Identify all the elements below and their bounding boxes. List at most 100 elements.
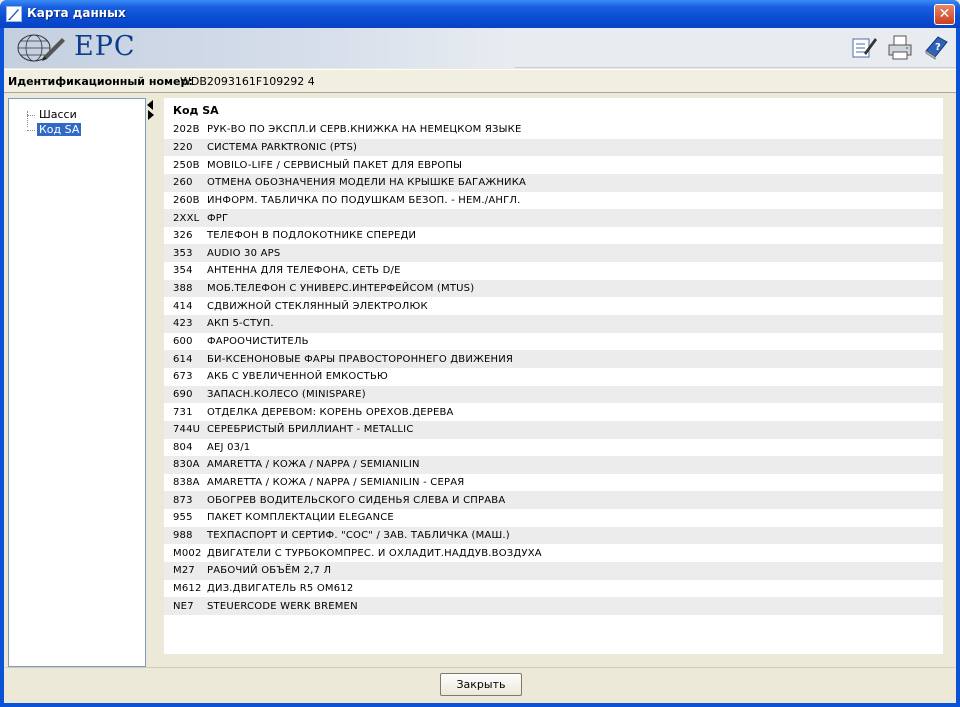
window-border-bottom bbox=[0, 703, 960, 707]
sa-code-cell: 838A bbox=[173, 477, 200, 489]
panel-splitter[interactable] bbox=[146, 98, 155, 667]
sa-description-cell: AMARETTA / КОЖА / NAPPA / SEMIANILIN - С… bbox=[207, 477, 465, 489]
window-border-right bbox=[956, 28, 960, 707]
epc-logo-text: EPC bbox=[74, 31, 136, 62]
table-row[interactable]: 2XXL ФРГ bbox=[164, 209, 943, 227]
sa-code-cell: 830A bbox=[173, 459, 200, 471]
table-row[interactable]: 260B ИНФОРМ. ТАБЛИЧКА ПО ПОДУШКАМ БЕЗОП. … bbox=[164, 191, 943, 210]
table-row[interactable]: 326 ТЕЛЕФОН В ПОДЛОКОТНИКЕ СПЕРЕДИ bbox=[164, 226, 943, 245]
sa-code-cell: 388 bbox=[173, 283, 193, 295]
sa-code-cell: 2XXL bbox=[173, 212, 200, 224]
sa-code-cell: 354 bbox=[173, 265, 193, 277]
sa-description-cell: АКБ С УВЕЛИЧЕННОЙ ЕМКОСТЬЮ bbox=[207, 371, 389, 383]
navigation-tree: Шасси Код SA bbox=[8, 98, 146, 667]
sa-description-cell: ЗАПАСН.КОЛЕСО (MINISPARE) bbox=[207, 388, 366, 400]
sa-description-cell: AEJ 03/1 bbox=[207, 441, 251, 453]
table-row[interactable]: 804 AEJ 03/1 bbox=[164, 438, 943, 457]
sa-code-list: Код SA 202B РУК-ВО ПО ЭКСПЛ.И СЕРВ.КНИЖКА… bbox=[164, 98, 943, 654]
sa-description-cell: БИ-КСЕНОНОВЫЕ ФАРЫ ПРАВОСТОРОННЕГО ДВИЖЕ… bbox=[207, 353, 514, 365]
sa-description-cell: РУК-ВО ПО ЭКСПЛ.И СЕРВ.КНИЖКА НА НЕМЕЦКО… bbox=[207, 124, 522, 136]
table-row[interactable]: 731 ОТДЕЛКА ДЕРЕВОМ: КОРЕНЬ ОРЕХОВ.ДЕРЕВА bbox=[164, 403, 943, 421]
table-row[interactable]: 414 СДВИЖНОЙ СТЕКЛЯННЫЙ ЭЛЕКТРОЛЮК bbox=[164, 297, 943, 316]
table-row[interactable]: 830A AMARETTA / КОЖА / NAPPA / SEMIANILIN bbox=[164, 456, 943, 474]
sa-code-cell: 326 bbox=[173, 230, 193, 242]
id-number-label: Идентификационный номер: bbox=[8, 75, 193, 88]
table-row[interactable]: M27 РАБОЧИЙ ОБЪЁМ 2,7 Л bbox=[164, 562, 943, 580]
table-row[interactable]: 955 ПАКЕТ КОМПЛЕКТАЦИИ ELEGANCE bbox=[164, 509, 943, 527]
id-number-value: WDB2093161F109292 4 bbox=[180, 75, 315, 88]
expand-right-icon[interactable] bbox=[148, 110, 154, 120]
sa-code-cell: 873 bbox=[173, 494, 193, 506]
table-row[interactable]: 202B РУК-ВО ПО ЭКСПЛ.И СЕРВ.КНИЖКА НА НЕМ… bbox=[164, 121, 943, 139]
sa-code-cell: 202B bbox=[173, 124, 200, 136]
close-button[interactable]: Закрыть bbox=[440, 673, 522, 696]
sa-description-cell: СДВИЖНОЙ СТЕКЛЯННЫЙ ЭЛЕКТРОЛЮК bbox=[207, 300, 428, 312]
sa-description-cell: AMARETTA / КОЖА / NAPPA / SEMIANILIN bbox=[207, 459, 420, 471]
table-row[interactable]: 388 МОБ.ТЕЛЕФОН С УНИВЕРС.ИНТЕРФЕЙСОМ (MT… bbox=[164, 279, 943, 298]
title-bar[interactable]: Карта данных ✕ bbox=[0, 0, 960, 28]
epc-banner: EPC ? bbox=[4, 28, 956, 68]
sa-description-cell: ДИЗ.ДВИГАТЕЛЬ R5 OM612 bbox=[207, 582, 354, 594]
table-row[interactable]: 220 СИСТЕМА PARKTRONIC (PTS) bbox=[164, 138, 943, 157]
sa-code-cell: NE7 bbox=[173, 600, 194, 612]
table-row[interactable]: 744U СЕРЕБРИСТЫЙ БРИЛЛИАНТ - METALLIC bbox=[164, 420, 943, 439]
sa-code-cell: M002 bbox=[173, 547, 202, 559]
table-row[interactable]: M002 ДВИГАТЕЛИ С ТУРБОКОМПРЕС. И ОХЛАДИТ.… bbox=[164, 544, 943, 563]
sa-description-cell: ТЕХПАСПОРТ И СЕРТИФ. "СОС" / ЗАВ. ТАБЛИЧ… bbox=[207, 530, 510, 542]
print-icon[interactable] bbox=[886, 33, 914, 61]
table-row[interactable]: 600 ФАРООЧИСТИТЕЛЬ bbox=[164, 332, 943, 351]
sa-code-rows: 202B РУК-ВО ПО ЭКСПЛ.И СЕРВ.КНИЖКА НА НЕМ… bbox=[164, 121, 943, 615]
sa-description-cell: AUDIO 30 APS bbox=[207, 247, 281, 259]
table-row[interactable]: 690 ЗАПАСН.КОЛЕСО (MINISPARE) bbox=[164, 385, 943, 404]
collapse-left-icon[interactable] bbox=[147, 100, 153, 110]
table-row[interactable]: 673 АКБ С УВЕЛИЧЕННОЙ ЕМКОСТЬЮ bbox=[164, 367, 943, 386]
sa-code-cell: 988 bbox=[173, 530, 193, 542]
sa-description-cell: MOBILO-LIFE / СЕРВИСНЫЙ ПАКЕТ ДЛЯ ЕВРОПЫ bbox=[207, 159, 463, 171]
sa-code-cell: 260B bbox=[173, 194, 200, 206]
sa-code-cell: 804 bbox=[173, 441, 193, 453]
table-row[interactable]: 260 ОТМЕНА ОБОЗНАЧЕНИЯ МОДЕЛИ НА КРЫШКЕ Б… bbox=[164, 173, 943, 192]
sa-description-cell: ФАРООЧИСТИТЕЛЬ bbox=[207, 336, 309, 347]
table-row[interactable]: 423 АКП 5-СТУП. bbox=[164, 315, 943, 333]
window-client-area: EPC ? Идентификационный номер: WDB209316… bbox=[4, 28, 956, 703]
sa-code-cell: 353 bbox=[173, 247, 193, 259]
sa-description-cell: ДВИГАТЕЛИ С ТУРБОКОМПРЕС. И ОХЛАДИТ.НАДД… bbox=[207, 547, 542, 559]
sa-description-cell: АНТЕННА ДЛЯ ТЕЛЕФОНА, СЕТЬ D/E bbox=[207, 265, 401, 277]
sa-description-cell: ОТДЕЛКА ДЕРЕВОМ: КОРЕНЬ ОРЕХОВ.ДЕРЕВА bbox=[207, 406, 454, 418]
help-book-icon[interactable]: ? bbox=[922, 33, 950, 61]
sa-description-cell: СЕРЕБРИСТЫЙ БРИЛЛИАНТ - METALLIC bbox=[207, 424, 414, 436]
sa-code-cell: 614 bbox=[173, 353, 193, 365]
table-row[interactable]: 873 ОБОГРЕВ ВОДИТЕЛЬСКОГО СИДЕНЬЯ СЛЕВА И… bbox=[164, 491, 943, 510]
sa-code-cell: M612 bbox=[173, 582, 202, 594]
edit-list-icon[interactable] bbox=[850, 33, 878, 61]
table-row[interactable]: 614 БИ-КСЕНОНОВЫЕ ФАРЫ ПРАВОСТОРОННЕГО ДВ… bbox=[164, 350, 943, 368]
table-row[interactable]: NE7 STEUERCODE WERK BREMEN bbox=[164, 597, 943, 615]
sa-code-cell: 744U bbox=[173, 424, 201, 436]
window-close-button[interactable]: ✕ bbox=[934, 4, 955, 25]
tree-item-sa-code[interactable]: Код SA bbox=[37, 123, 82, 136]
sa-description-cell: STEUERCODE WERK BREMEN bbox=[207, 600, 358, 612]
sa-code-cell: 220 bbox=[173, 141, 193, 153]
data-card-window: Карта данных ✕ EPC ? Идентификационный н… bbox=[0, 0, 960, 707]
sa-code-cell: 260 bbox=[173, 177, 193, 189]
sa-code-panel: Код SA 202B РУК-ВО ПО ЭКСПЛ.И СЕРВ.КНИЖКА… bbox=[155, 98, 952, 667]
tree-item-chassis[interactable]: Шасси bbox=[37, 108, 79, 121]
sa-description-cell: РАБОЧИЙ ОБЪЁМ 2,7 Л bbox=[207, 565, 332, 577]
table-row[interactable]: M612 ДИЗ.ДВИГАТЕЛЬ R5 OM612 bbox=[164, 579, 943, 598]
table-row[interactable]: 353 AUDIO 30 APS bbox=[164, 244, 943, 263]
table-row[interactable]: 250B MOBILO-LIFE / СЕРВИСНЫЙ ПАКЕТ ДЛЯ ЕВ… bbox=[164, 156, 943, 174]
sa-description-cell: ОБОГРЕВ ВОДИТЕЛЬСКОГО СИДЕНЬЯ СЛЕВА И СП… bbox=[207, 494, 506, 506]
sa-code-cell: M27 bbox=[173, 565, 195, 577]
sa-code-cell: 955 bbox=[173, 512, 193, 524]
sa-description-cell: МОБ.ТЕЛЕФОН С УНИВЕРС.ИНТЕРФЕЙСОМ (MTUS) bbox=[207, 283, 475, 295]
svg-text:?: ? bbox=[935, 42, 941, 53]
sa-code-cell: 690 bbox=[173, 388, 193, 400]
sa-code-cell: 423 bbox=[173, 318, 193, 330]
sa-description-cell: ФРГ bbox=[207, 212, 229, 224]
table-row[interactable]: 988 ТЕХПАСПОРТ И СЕРТИФ. "СОС" / ЗАВ. ТАБ… bbox=[164, 526, 943, 545]
table-row[interactable]: 838A AMARETTA / КОЖА / NAPPA / SEMIANILIN… bbox=[164, 473, 943, 492]
table-row[interactable]: 354 АНТЕННА ДЛЯ ТЕЛЕФОНА, СЕТЬ D/E bbox=[164, 262, 943, 280]
sa-code-cell: 250B bbox=[173, 159, 200, 171]
app-icon bbox=[6, 6, 22, 22]
sa-description-cell: ОТМЕНА ОБОЗНАЧЕНИЯ МОДЕЛИ НА КРЫШКЕ БАГА… bbox=[207, 177, 527, 189]
